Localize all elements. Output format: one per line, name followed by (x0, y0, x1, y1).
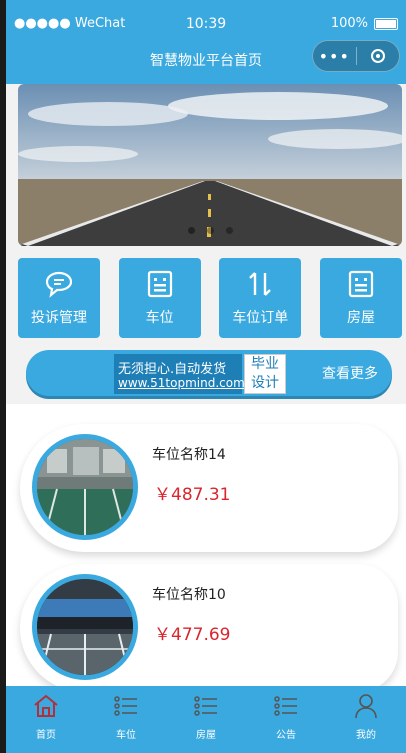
sort-arrows-icon (249, 272, 272, 296)
parking-price: ￥477.69 (154, 625, 231, 645)
tab-announcements[interactable]: 公告 (246, 686, 326, 753)
watermark-badge-line: 毕业 (251, 356, 279, 372)
category-parking-orders[interactable]: 车位订单 (219, 258, 302, 338)
banner-carousel[interactable] (18, 84, 402, 246)
tab-houses[interactable]: 房屋 (166, 686, 246, 753)
grid-card-icon (147, 270, 172, 298)
target-icon[interactable] (356, 49, 399, 63)
carousel-dot[interactable] (187, 227, 195, 234)
tab-label: 公告 (276, 730, 296, 741)
view-more-button[interactable]: 查看更多 (322, 363, 378, 383)
category-parking[interactable]: 车位 (118, 258, 201, 338)
parking-name: 车位名称10 (152, 587, 226, 603)
view-more-bar[interactable]: 无须担心.自动发货 www.51topmind.com 毕业 设计 查看更多 (26, 350, 392, 396)
list-icon (194, 696, 217, 716)
watermark-badge: 毕业 设计 (244, 354, 286, 394)
category-grid: 投诉管理 车位 车位订单 房屋 (18, 258, 402, 338)
watermark-url[interactable]: www.51topmind.com (118, 376, 245, 390)
person-icon (355, 694, 377, 719)
category-complaints[interactable]: 投诉管理 (18, 258, 100, 338)
category-label: 投诉管理 (31, 310, 87, 326)
category-label: 房屋 (346, 310, 375, 326)
bottom-tab-bar: 首页 车位 房屋 公告 我的 (6, 686, 406, 753)
parking-thumbnail (32, 434, 138, 540)
banner-road-image (18, 84, 402, 246)
parking-list: 车位名称14 ￥487.31 车位名称10 ￥477.69 (6, 404, 406, 692)
tab-label: 首页 (36, 730, 56, 741)
battery-percent: 100% (330, 16, 368, 31)
category-label: 车位 (145, 310, 174, 326)
parking-thumbnail (32, 574, 138, 680)
watermark-box: 无须担心.自动发货 www.51topmind.com (114, 354, 245, 394)
tab-label: 车位 (116, 730, 136, 741)
chat-bubble-icon (45, 271, 73, 298)
grid-card-icon (348, 270, 374, 298)
tab-profile[interactable]: 我的 (326, 686, 406, 753)
tab-label: 我的 (356, 730, 376, 741)
list-icon (274, 696, 297, 716)
category-label: 车位订单 (232, 310, 289, 326)
list-icon (114, 696, 137, 716)
carousel-dots (18, 227, 402, 234)
carousel-dot[interactable] (206, 227, 214, 234)
battery-icon (374, 17, 398, 30)
tab-home[interactable]: 首页 (6, 686, 86, 753)
category-houses[interactable]: 房屋 (319, 258, 402, 338)
tab-parking[interactable]: 车位 (86, 686, 166, 753)
phone-screen: ●●●●● WeChat 10:39 100% 智慧物业平台首页 ••• 投诉管… (6, 0, 406, 753)
tab-label: 房屋 (196, 730, 216, 741)
carousel-dot[interactable] (225, 227, 233, 234)
watermark-text: 无须担心.自动发货 (118, 362, 227, 377)
parking-price: ￥487.31 (154, 485, 231, 505)
status-nav-bar: ●●●●● WeChat 10:39 100% 智慧物业平台首页 ••• (6, 0, 406, 84)
home-icon (34, 694, 58, 717)
list-item[interactable]: 车位名称14 ￥487.31 (20, 424, 398, 552)
list-item[interactable]: 车位名称10 ￥477.69 (20, 564, 398, 692)
parking-name: 车位名称14 (152, 447, 226, 463)
watermark-badge-line: 设计 (251, 375, 279, 391)
more-dots-icon[interactable]: ••• (313, 47, 356, 66)
miniprogram-capsule: ••• (312, 40, 400, 72)
